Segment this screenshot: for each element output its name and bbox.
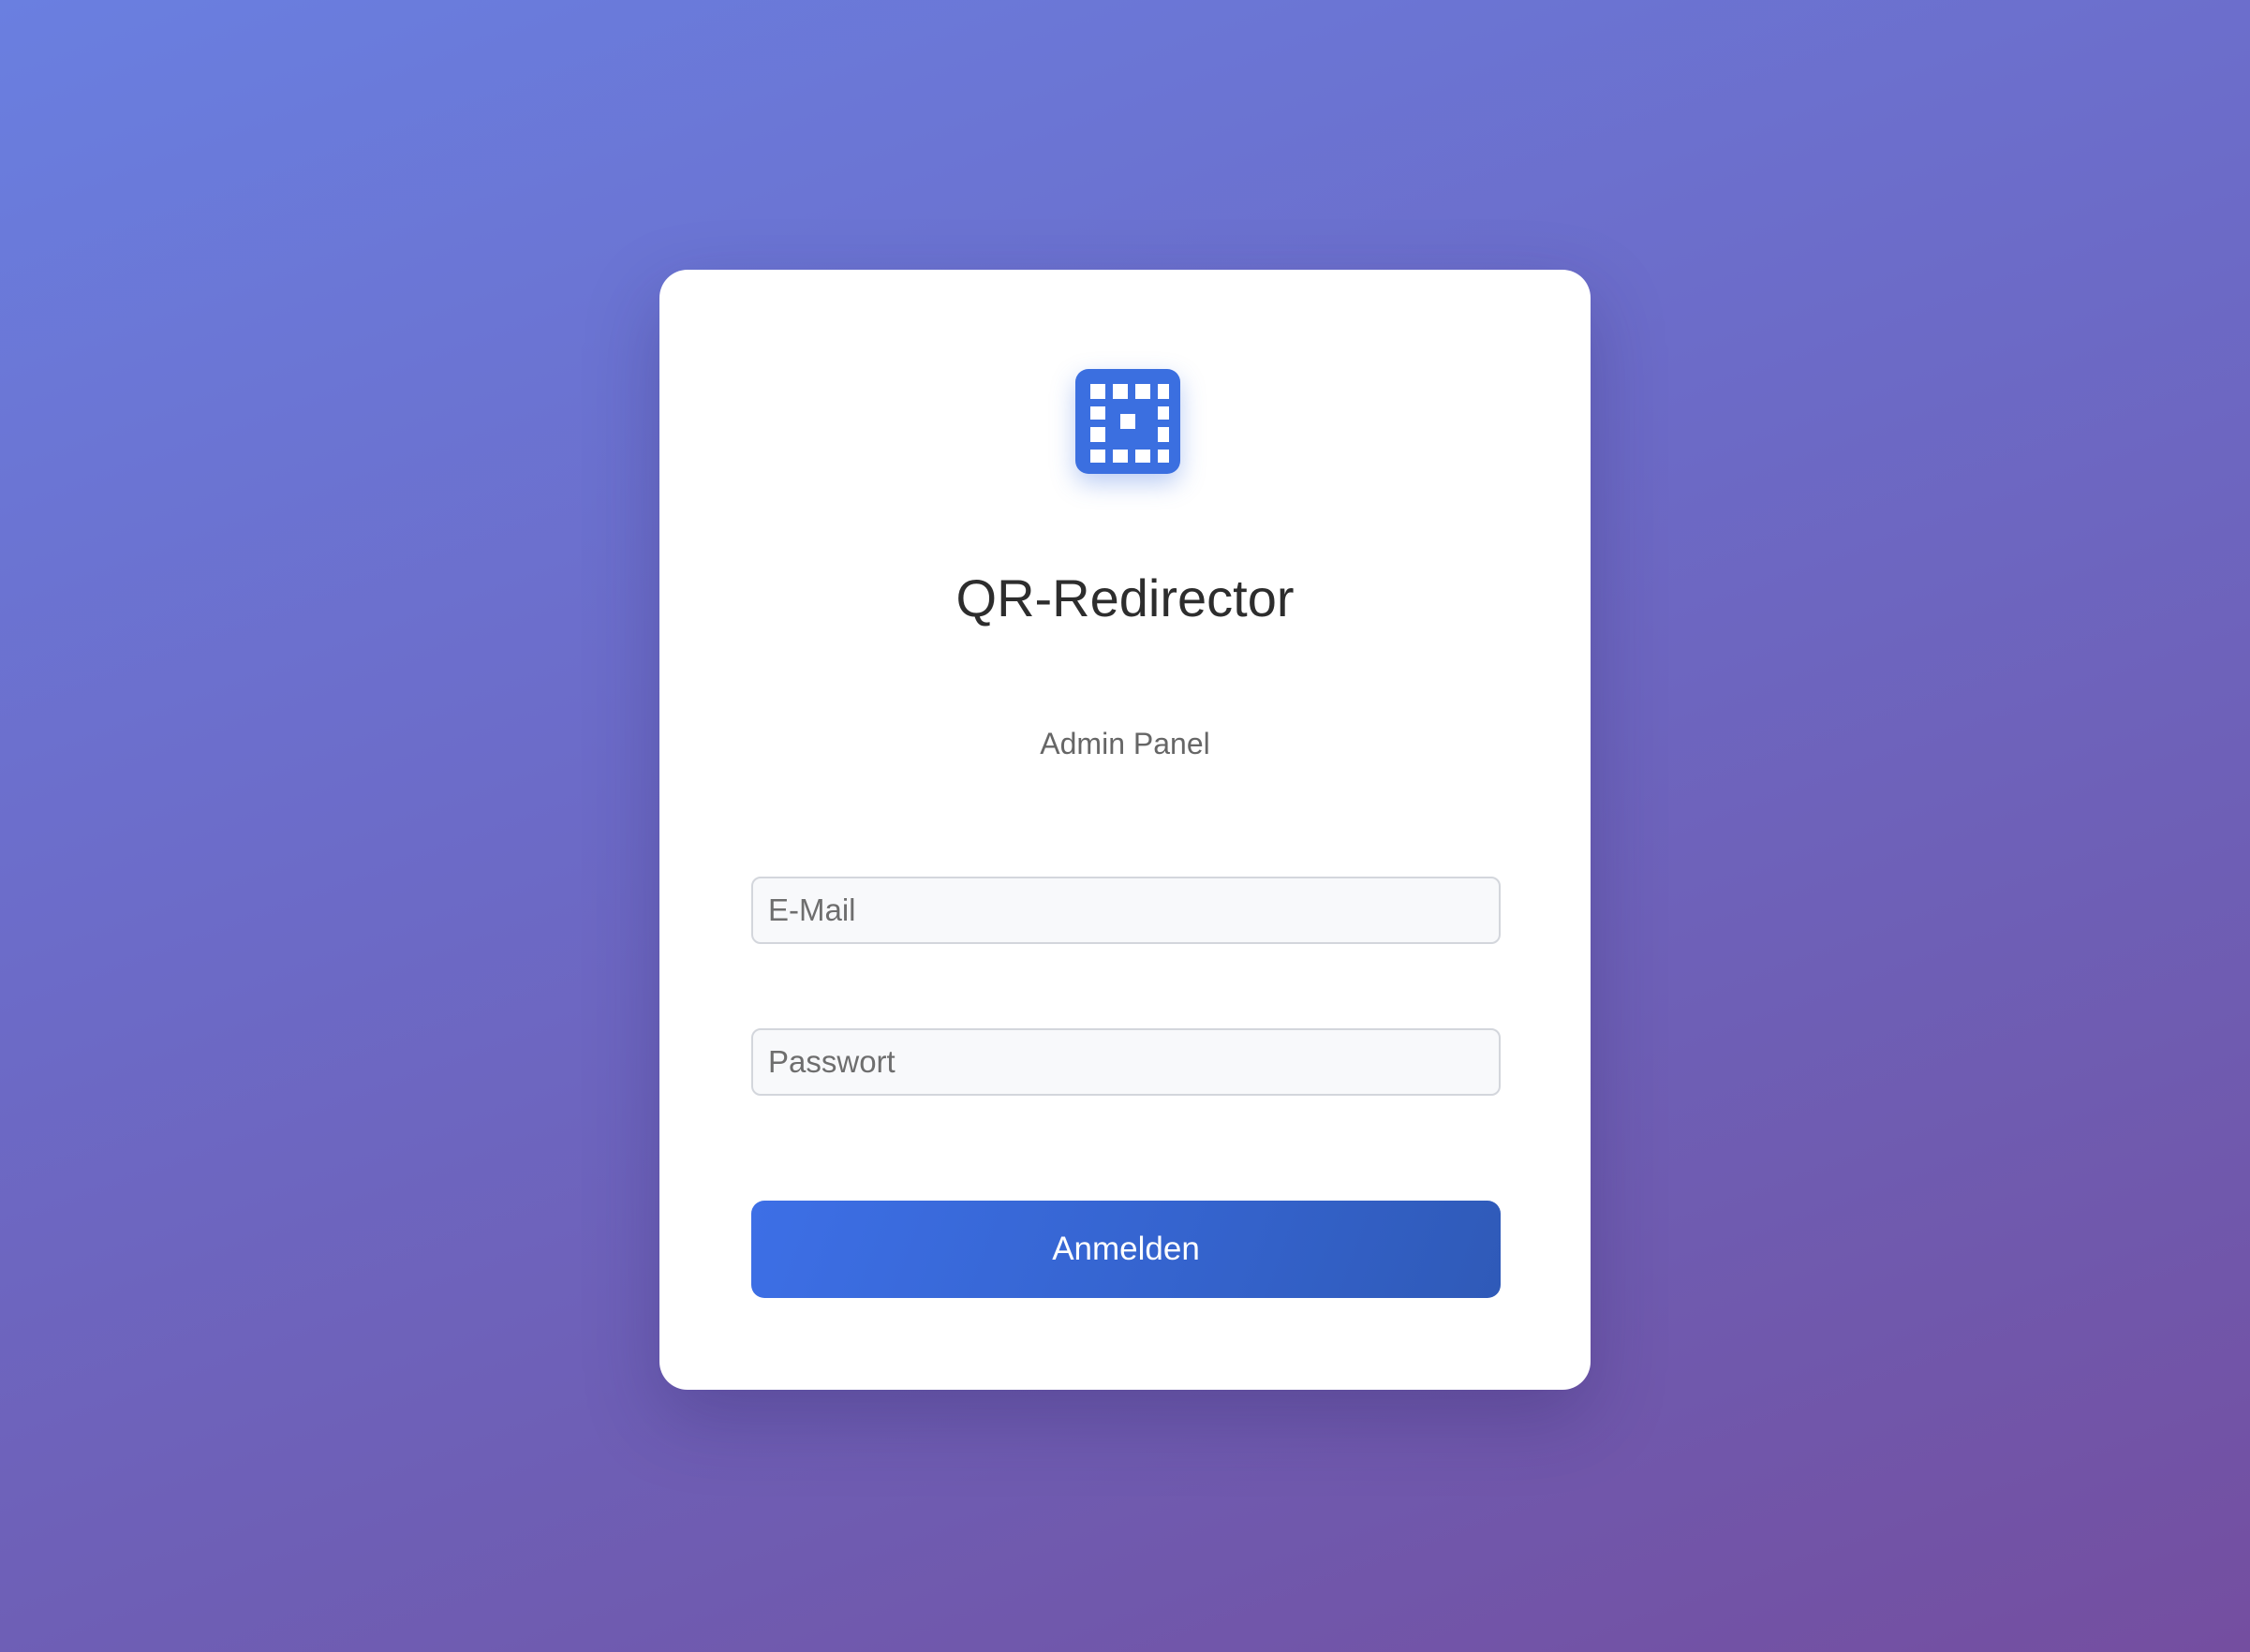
login-card: QR-Redirector Admin Panel Anmelden: [659, 270, 1591, 1390]
login-button[interactable]: Anmelden: [751, 1201, 1501, 1298]
app-subtitle: Admin Panel: [1040, 727, 1210, 760]
app-title: QR-Redirector: [955, 568, 1295, 627]
email-field[interactable]: [751, 877, 1501, 944]
password-field[interactable]: [751, 1028, 1501, 1096]
qr-code-icon: [1075, 369, 1180, 474]
